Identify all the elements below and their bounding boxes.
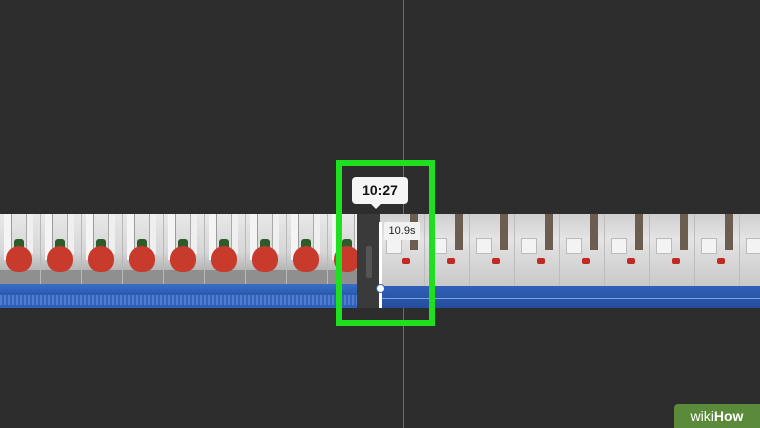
thumbnail [123, 214, 164, 284]
thumbnail [605, 214, 650, 286]
highlight-box [336, 160, 435, 326]
thumbnail [82, 214, 123, 284]
watermark-wiki: wiki [690, 408, 714, 424]
thumbnail [164, 214, 205, 284]
thumbnail [560, 214, 605, 286]
thumbnail [650, 214, 695, 286]
thumbnail [287, 214, 328, 284]
audio-track-left[interactable] [0, 284, 357, 308]
audio-track-right[interactable] [380, 286, 760, 308]
wikihow-watermark: wikiHow [674, 404, 760, 428]
watermark-how: How [713, 408, 744, 424]
clip-right-thumbnails [380, 214, 760, 286]
timeline[interactable]: 10.9s 10:27 [0, 0, 760, 428]
thumbnail [0, 214, 41, 284]
thumbnail [205, 214, 246, 284]
thumbnail [515, 214, 560, 286]
thumbnail [695, 214, 740, 286]
thumbnail [41, 214, 82, 284]
clip-left-thumbnails [0, 214, 357, 284]
thumbnail [246, 214, 287, 284]
thumbnail [470, 214, 515, 286]
thumbnail [740, 214, 760, 286]
video-clip-right[interactable] [380, 214, 760, 308]
video-clip-left[interactable] [0, 214, 357, 308]
